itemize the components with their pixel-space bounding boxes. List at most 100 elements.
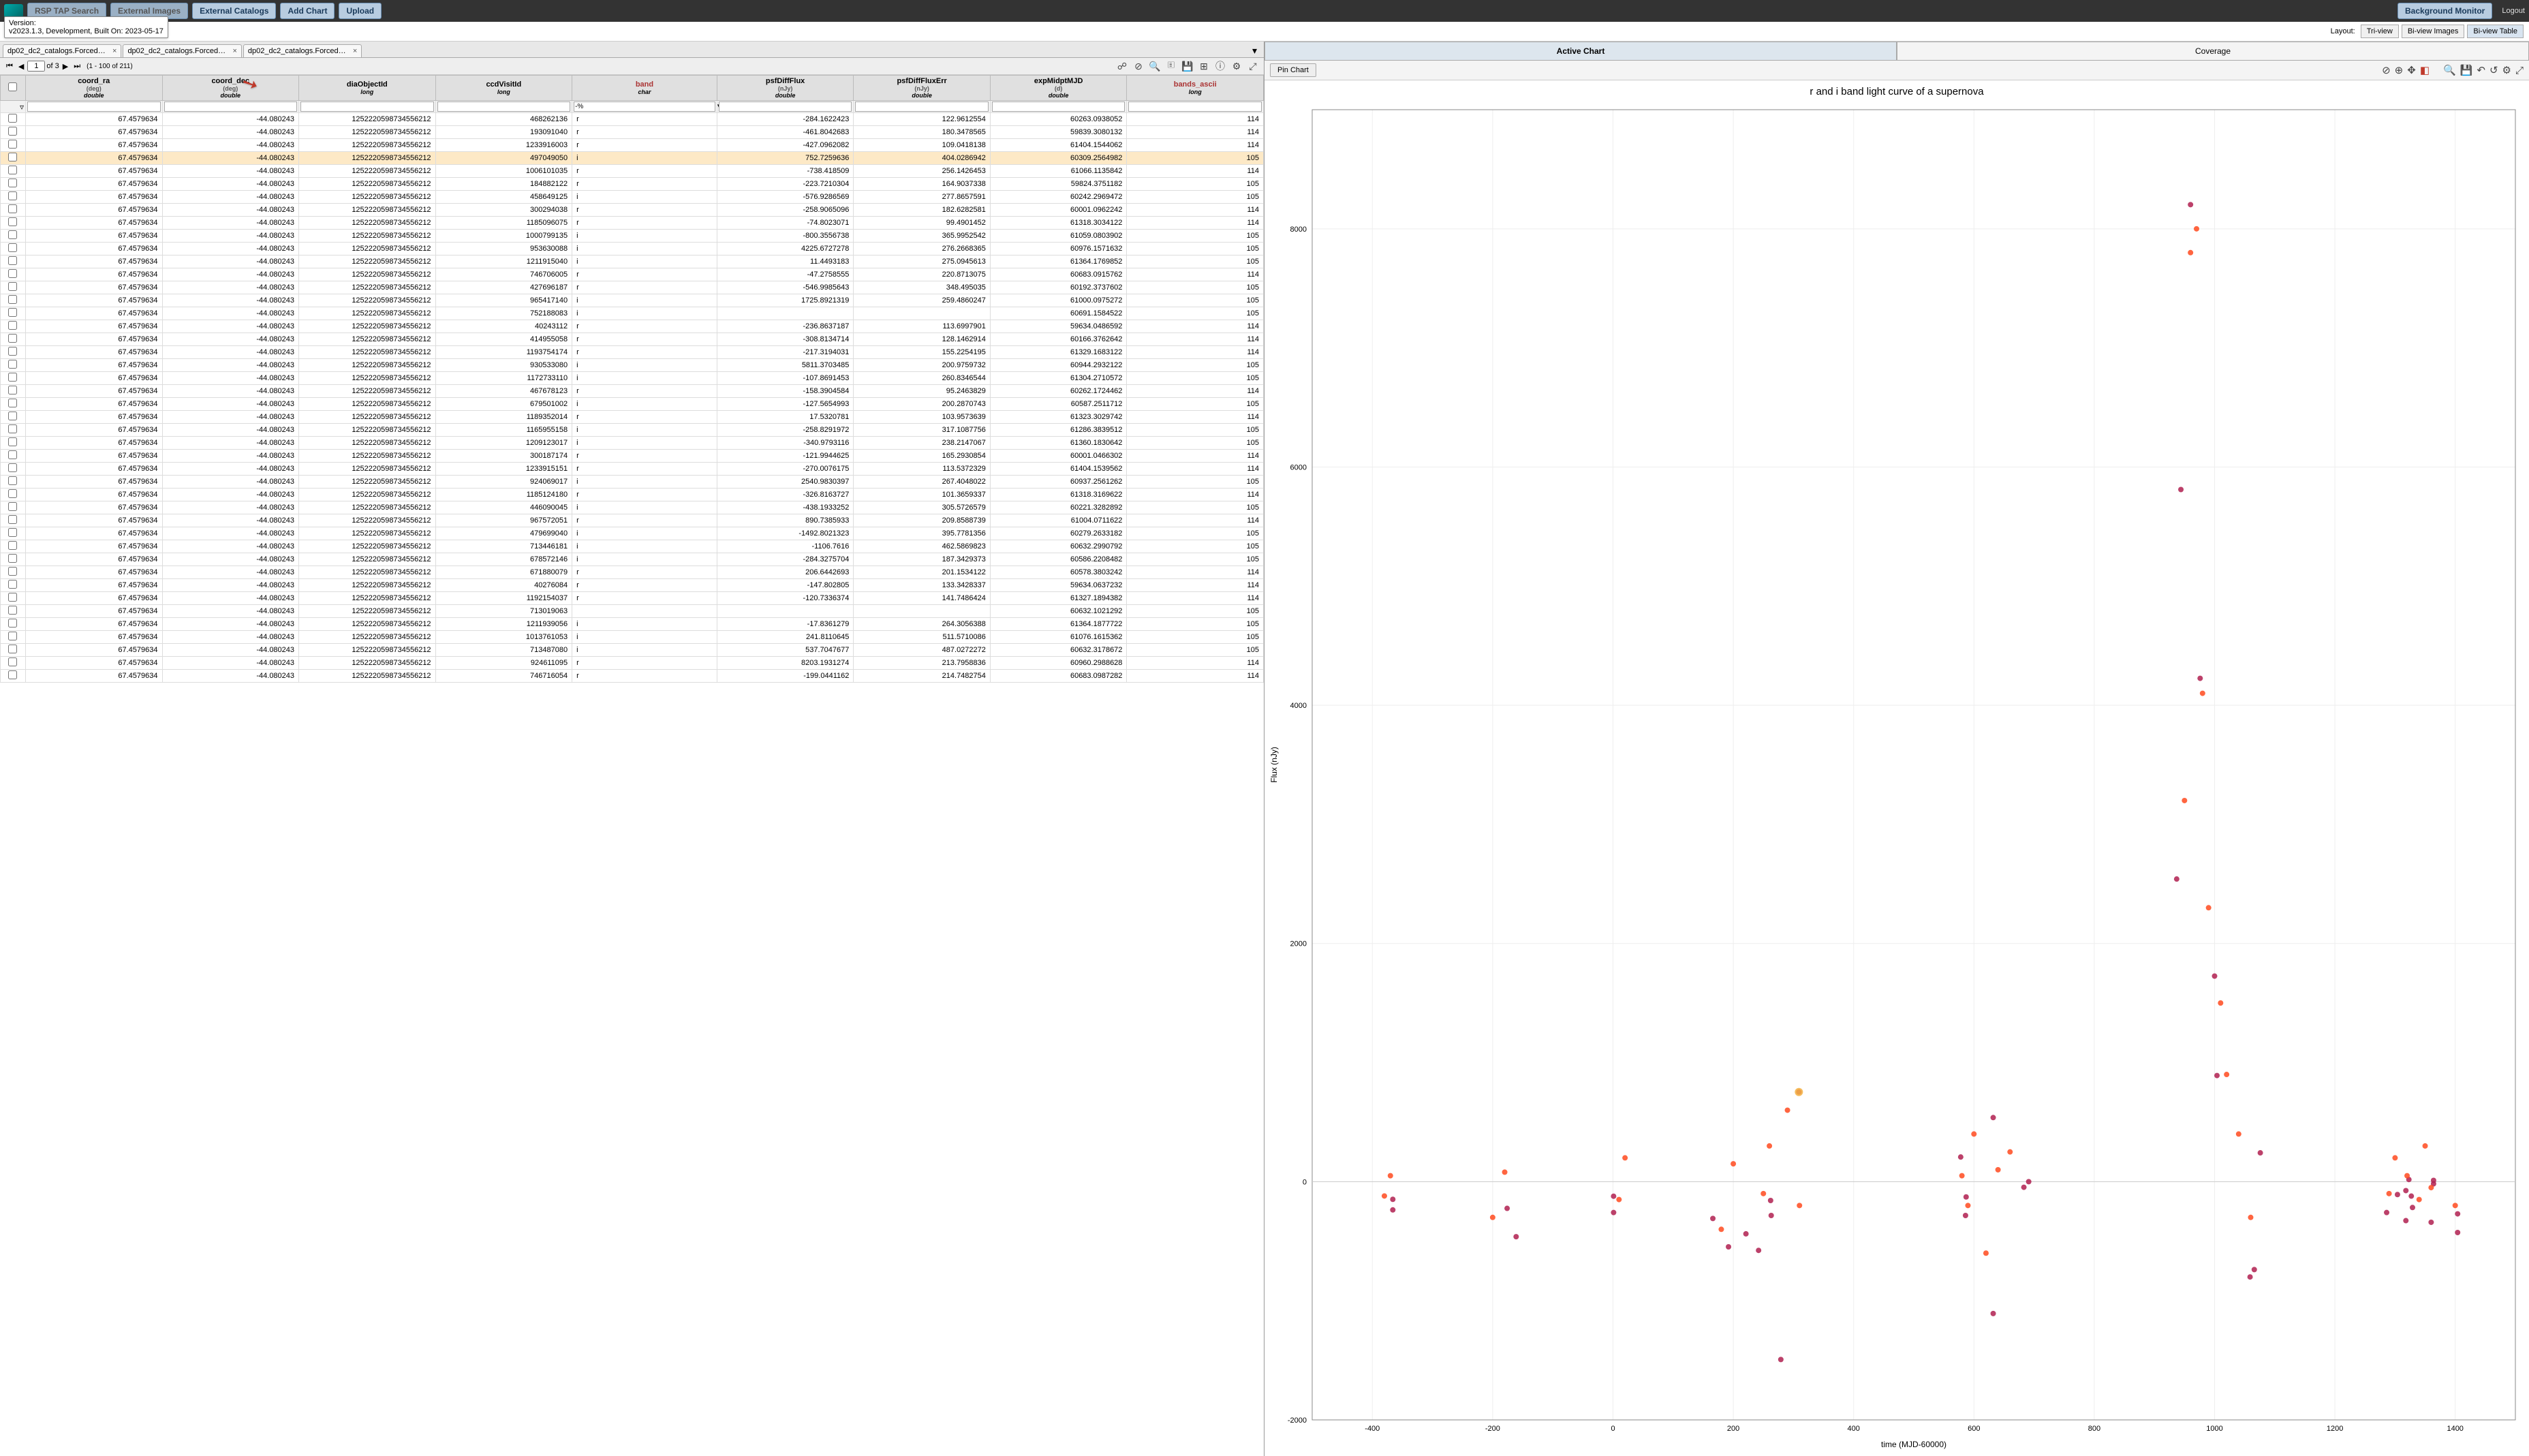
table-row[interactable]: 67.4579634-44.08024312522205987345562129… xyxy=(1,657,1264,670)
filter-icon[interactable]: ⊘ xyxy=(1132,59,1145,73)
table-row[interactable]: 67.4579634-44.08024312522205987345562121… xyxy=(1,489,1264,501)
close-icon[interactable]: × xyxy=(232,47,236,55)
band-filter-input[interactable] xyxy=(574,102,715,112)
table-row[interactable]: 67.4579634-44.08024312522205987345562129… xyxy=(1,514,1264,527)
column-filter-input[interactable] xyxy=(164,102,298,112)
table-row[interactable]: 67.4579634-44.08024312522205987345562121… xyxy=(1,618,1264,631)
tab-menu-dropdown-icon[interactable]: ▾ xyxy=(1252,45,1257,57)
table-row[interactable]: 67.4579634-44.08024312522205987345562127… xyxy=(1,307,1264,320)
column-filter-input[interactable] xyxy=(300,102,434,112)
row-checkbox[interactable] xyxy=(8,269,17,278)
row-checkbox[interactable] xyxy=(8,230,17,239)
next-page-icon[interactable]: ▶ xyxy=(61,61,70,72)
external-catalogs-button[interactable]: External Catalogs xyxy=(192,3,276,19)
table-row[interactable]: 67.4579634-44.08024312522205987345562121… xyxy=(1,424,1264,437)
row-checkbox[interactable] xyxy=(8,424,17,433)
close-icon[interactable]: × xyxy=(112,47,117,55)
row-checkbox[interactable] xyxy=(8,179,17,187)
pin-chart-button[interactable]: Pin Chart xyxy=(1270,63,1316,77)
table-row[interactable]: 67.4579634-44.08024312522205987345562126… xyxy=(1,566,1264,579)
column-filter-input[interactable] xyxy=(992,102,1126,112)
file-tab-0[interactable]: dp02_dc2_catalogs.ForcedSourc…× xyxy=(3,44,121,57)
row-checkbox[interactable] xyxy=(8,243,17,252)
row-checkbox[interactable] xyxy=(8,334,17,343)
row-checkbox[interactable] xyxy=(8,593,17,602)
page-number-input[interactable] xyxy=(27,61,45,72)
table-row[interactable]: 67.4579634-44.08024312522205987345562124… xyxy=(1,191,1264,204)
table-row[interactable]: 67.4579634-44.08024312522205987345562121… xyxy=(1,411,1264,424)
table-row[interactable]: 67.4579634-44.08024312522205987345562121… xyxy=(1,178,1264,191)
action-icon[interactable]: ☍ xyxy=(1115,59,1129,73)
filter-menu-icon[interactable]: ▿ xyxy=(1,101,26,113)
table-row[interactable]: 67.4579634-44.08024312522205987345562121… xyxy=(1,255,1264,268)
row-checkbox[interactable] xyxy=(8,140,17,149)
row-checkbox[interactable] xyxy=(8,412,17,420)
table-row[interactable]: 67.4579634-44.08024312522205987345562129… xyxy=(1,294,1264,307)
table-row[interactable]: 67.4579634-44.08024312522205987345562121… xyxy=(1,592,1264,605)
row-checkbox[interactable] xyxy=(8,321,17,330)
chart-area[interactable]: r and i band light curve of a supernova … xyxy=(1264,80,2529,1456)
row-checkbox[interactable] xyxy=(8,632,17,640)
row-checkbox[interactable] xyxy=(8,153,17,161)
add-column-icon[interactable]: ⊞ xyxy=(1197,59,1211,73)
table-row[interactable]: 67.4579634-44.08024312522205987345562124… xyxy=(1,527,1264,540)
last-page-icon[interactable]: ⏭ xyxy=(72,61,82,72)
column-header[interactable]: coord_ra(deg)double xyxy=(25,76,162,101)
table-row[interactable]: 67.4579634-44.08024312522205987345562121… xyxy=(1,217,1264,230)
column-filter-input[interactable] xyxy=(719,102,852,112)
file-tab-1[interactable]: dp02_dc2_catalogs.ForcedSourceOn…× xyxy=(123,44,241,57)
row-checkbox[interactable] xyxy=(8,528,17,537)
table-row[interactable]: 67.4579634-44.08024312522205987345562121… xyxy=(1,230,1264,243)
column-filter-input[interactable] xyxy=(437,102,571,112)
table-row[interactable]: 67.4579634-44.08024312522205987345562124… xyxy=(1,320,1264,333)
column-header[interactable]: diaObjectIdlong xyxy=(299,76,436,101)
coverage-tab[interactable]: Coverage xyxy=(1897,42,2529,60)
row-checkbox[interactable] xyxy=(8,502,17,511)
layout-bi-table-tab[interactable]: Bi-view Table xyxy=(2467,25,2524,38)
active-chart-tab[interactable]: Active Chart xyxy=(1264,42,1897,60)
row-checkbox[interactable] xyxy=(8,567,17,576)
table-row[interactable]: 67.4579634-44.08024312522205987345562121… xyxy=(1,139,1264,152)
table-row[interactable]: 67.4579634-44.08024312522205987345562124… xyxy=(1,333,1264,346)
table-row[interactable]: 67.4579634-44.08024312522205987345562121… xyxy=(1,631,1264,644)
column-filter-input[interactable] xyxy=(27,102,161,112)
column-header[interactable]: psfDiffFlux(nJy)double xyxy=(717,76,854,101)
row-checkbox[interactable] xyxy=(8,515,17,524)
text-view-icon[interactable]: 🗉 xyxy=(1164,59,1178,73)
table-row[interactable]: 67.4579634-44.08024312522205987345562124… xyxy=(1,385,1264,398)
table-row[interactable]: 67.4579634-44.08024312522205987345562124… xyxy=(1,579,1264,592)
column-filter-input[interactable] xyxy=(1128,102,1262,112)
prev-page-icon[interactable]: ◀ xyxy=(16,61,26,72)
table-row[interactable]: 67.4579634-44.08024312522205987345562126… xyxy=(1,553,1264,566)
row-checkbox[interactable] xyxy=(8,373,17,382)
table-row[interactable]: 67.4579634-44.08024312522205987345562123… xyxy=(1,204,1264,217)
row-checkbox[interactable] xyxy=(8,191,17,200)
column-header[interactable]: coord_dec(deg)double xyxy=(162,76,299,101)
row-checkbox[interactable] xyxy=(8,399,17,407)
reset-icon[interactable]: ↺ xyxy=(2489,64,2498,76)
row-checkbox[interactable] xyxy=(8,114,17,123)
row-checkbox[interactable] xyxy=(8,295,17,304)
table-row[interactable]: 67.4579634-44.08024312522205987345562121… xyxy=(1,463,1264,476)
table-scroll[interactable]: coord_ra(deg)doublecoord_dec(deg)doubled… xyxy=(0,75,1264,1456)
table-row[interactable]: 67.4579634-44.08024312522205987345562129… xyxy=(1,243,1264,255)
table-row[interactable]: 67.4579634-44.08024312522205987345562126… xyxy=(1,398,1264,411)
select-all-checkbox[interactable] xyxy=(1,76,26,101)
scatter-plot[interactable]: -200002000400060008000-400-2000200400600… xyxy=(1264,103,2529,1454)
column-header[interactable]: expMidptMJD(d)double xyxy=(990,76,1127,101)
column-header[interactable]: psfDiffFluxErr(nJy)double xyxy=(854,76,991,101)
table-row[interactable]: 67.4579634-44.08024312522205987345562129… xyxy=(1,359,1264,372)
settings-gear-icon[interactable]: ⚙ xyxy=(1230,59,1243,73)
row-checkbox[interactable] xyxy=(8,217,17,226)
table-row[interactable]: 67.4579634-44.08024312522205987345562124… xyxy=(1,152,1264,165)
close-icon[interactable]: × xyxy=(353,47,357,55)
upload-button[interactable]: Upload xyxy=(339,3,382,19)
table-row[interactable]: 67.4579634-44.08024312522205987345562123… xyxy=(1,450,1264,463)
table-row[interactable]: 67.4579634-44.08024312522205987345562121… xyxy=(1,372,1264,385)
row-checkbox[interactable] xyxy=(8,127,17,136)
row-checkbox[interactable] xyxy=(8,308,17,317)
row-checkbox[interactable] xyxy=(8,437,17,446)
undo-icon[interactable]: ↶ xyxy=(2477,64,2485,76)
save-icon[interactable]: 💾 xyxy=(1181,59,1194,73)
row-checkbox[interactable] xyxy=(8,360,17,369)
